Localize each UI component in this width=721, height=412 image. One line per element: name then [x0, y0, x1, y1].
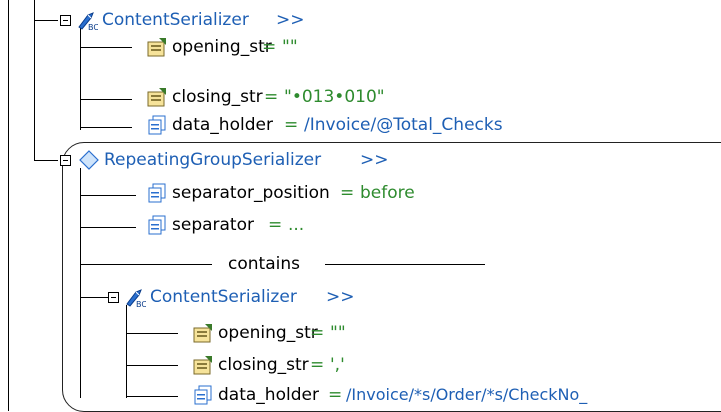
property-value[interactable]: "" [282, 34, 298, 60]
string-property-icon [147, 88, 166, 107]
property-value[interactable]: /Invoice/@Total_Checks [304, 112, 503, 138]
collapse-toggle[interactable] [60, 155, 71, 166]
collapse-toggle[interactable] [108, 292, 119, 303]
expand-arrow[interactable]: >> [360, 147, 389, 173]
property-name[interactable]: data_holder [172, 112, 273, 138]
svg-text:BC: BC [88, 23, 98, 31]
property-value[interactable]: ... [288, 212, 304, 238]
data-property-icon [148, 183, 166, 203]
equals-sign: = [328, 385, 343, 405]
string-property-icon [193, 324, 212, 343]
equals-sign: = [284, 115, 299, 135]
data-property-icon [148, 215, 166, 235]
content-serializer-icon: BC [78, 12, 98, 31]
svg-text:BC: BC [136, 300, 146, 308]
collapse-toggle[interactable] [60, 15, 71, 26]
property-name[interactable]: opening_str [218, 320, 318, 346]
equals-sign: = [310, 323, 325, 343]
repeating-group-icon [79, 150, 99, 170]
data-property-icon [194, 385, 212, 405]
node-name[interactable]: RepeatingGroupSerializer [104, 147, 321, 173]
equals-sign: = [268, 215, 283, 235]
data-property-icon [148, 115, 166, 135]
string-property-icon [193, 356, 212, 375]
property-name[interactable]: opening_str [172, 34, 272, 60]
equals-sign: = [262, 37, 277, 57]
property-value[interactable]: ',' [330, 352, 345, 378]
property-name[interactable]: separator [172, 212, 254, 238]
contains-label: contains [228, 254, 300, 274]
node-name[interactable]: ContentSerializer [150, 284, 297, 310]
property-value[interactable]: before [360, 180, 415, 206]
property-name[interactable]: data_holder [218, 382, 319, 408]
string-property-icon [147, 38, 166, 57]
expand-arrow[interactable]: >> [326, 284, 355, 310]
node-name[interactable]: ContentSerializer [102, 7, 249, 33]
property-name[interactable]: separator_position [172, 180, 330, 206]
property-name[interactable]: closing_str [172, 84, 263, 110]
content-serializer-icon: BC [126, 289, 146, 308]
property-value[interactable]: "" [330, 320, 346, 346]
equals-sign: = [340, 183, 355, 203]
property-value[interactable]: /Invoice/*s/Order/*s/CheckNo_ [346, 382, 587, 408]
expand-arrow[interactable]: >> [276, 7, 305, 33]
equals-sign: = [310, 355, 325, 375]
property-name[interactable]: closing_str [218, 352, 309, 378]
property-value[interactable]: "•013•010" [284, 84, 385, 110]
equals-sign: = [264, 87, 279, 107]
